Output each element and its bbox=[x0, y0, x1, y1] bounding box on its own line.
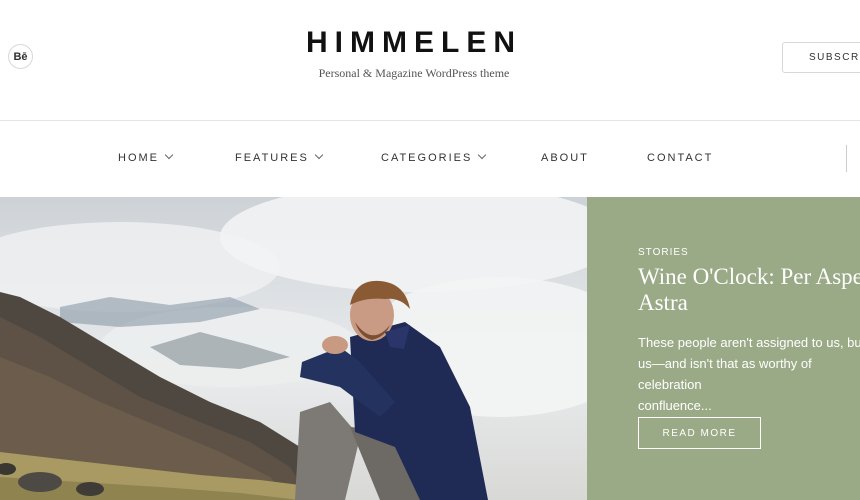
main-navigation: HOME FEATURES CATEGORIES ABOUT CONTACT bbox=[0, 121, 860, 197]
post-excerpt: These people aren't assigned to us, but … bbox=[638, 335, 860, 413]
post-title[interactable]: Wine O'Clock: Per Aspera Ad Astra bbox=[638, 264, 860, 316]
nav-item-label: HOME bbox=[118, 152, 159, 164]
hiker-photo bbox=[0, 197, 587, 500]
nav-item-contact[interactable]: CONTACT bbox=[647, 152, 713, 164]
nav-item-categories[interactable]: CATEGORIES bbox=[381, 150, 487, 164]
site-header: Bē HIMMELEN Personal & Magazine WordPres… bbox=[0, 0, 860, 120]
search-divider bbox=[846, 145, 847, 172]
chevron-down-icon bbox=[314, 150, 324, 160]
read-more-button[interactable]: READ MORE bbox=[638, 417, 761, 449]
post-category[interactable]: STORIES bbox=[638, 247, 689, 258]
nav-item-label: FEATURES bbox=[235, 152, 309, 164]
chevron-down-icon bbox=[164, 150, 174, 160]
nav-item-label: CATEGORIES bbox=[381, 152, 473, 164]
nav-item-about[interactable]: ABOUT bbox=[541, 152, 589, 164]
nav-item-home[interactable]: HOME bbox=[118, 150, 174, 164]
chevron-down-icon bbox=[478, 150, 487, 160]
nav-item-label: CONTACT bbox=[647, 152, 714, 164]
featured-image[interactable] bbox=[0, 197, 587, 500]
site-tagline: Personal & Magazine WordPress theme bbox=[318, 66, 510, 80]
nav-item-label: ABOUT bbox=[541, 152, 589, 164]
featured-post-panel: STORIES Wine O'Clock: Per Aspera Ad Astr… bbox=[587, 197, 860, 500]
subscribe-button[interactable]: SUBSCRIBE bbox=[782, 42, 860, 73]
featured-post: STORIES Wine O'Clock: Per Aspera Ad Astr… bbox=[0, 197, 860, 500]
nav-item-features[interactable]: FEATURES bbox=[235, 150, 324, 164]
site-title[interactable]: HIMMELEN bbox=[0, 26, 828, 60]
